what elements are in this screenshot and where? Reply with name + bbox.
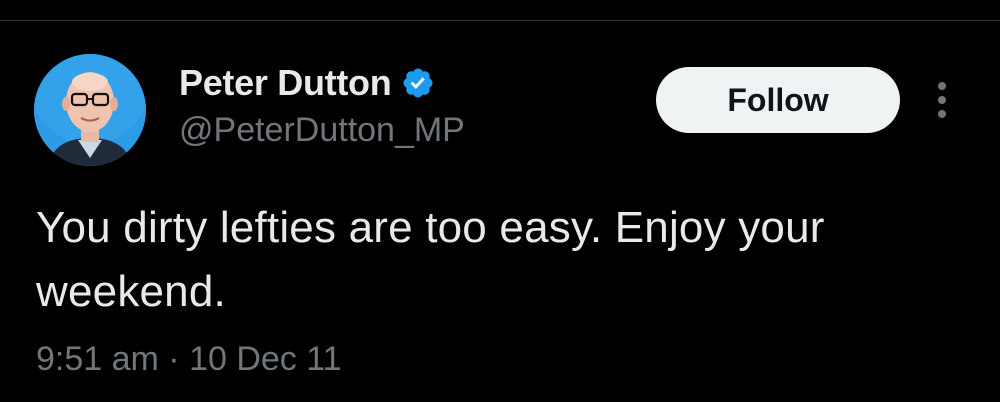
avatar-photo-icon [34, 54, 146, 166]
tweet: Peter Dutton @PeterDutton_MP Follow You … [0, 0, 1000, 402]
tweet-timestamp[interactable]: 9:51 am · 10 Dec 11 [36, 340, 342, 379]
verified-badge-icon [401, 66, 435, 100]
avatar[interactable] [34, 54, 146, 166]
author-handle[interactable]: @PeterDutton_MP [179, 111, 465, 150]
author-name-row: Peter Dutton [179, 60, 435, 106]
tweet-text: You dirty lefties are too easy. Enjoy yo… [36, 203, 825, 316]
display-name[interactable]: Peter Dutton [179, 62, 392, 104]
more-options-icon[interactable] [924, 80, 960, 120]
follow-button[interactable]: Follow [656, 67, 900, 133]
